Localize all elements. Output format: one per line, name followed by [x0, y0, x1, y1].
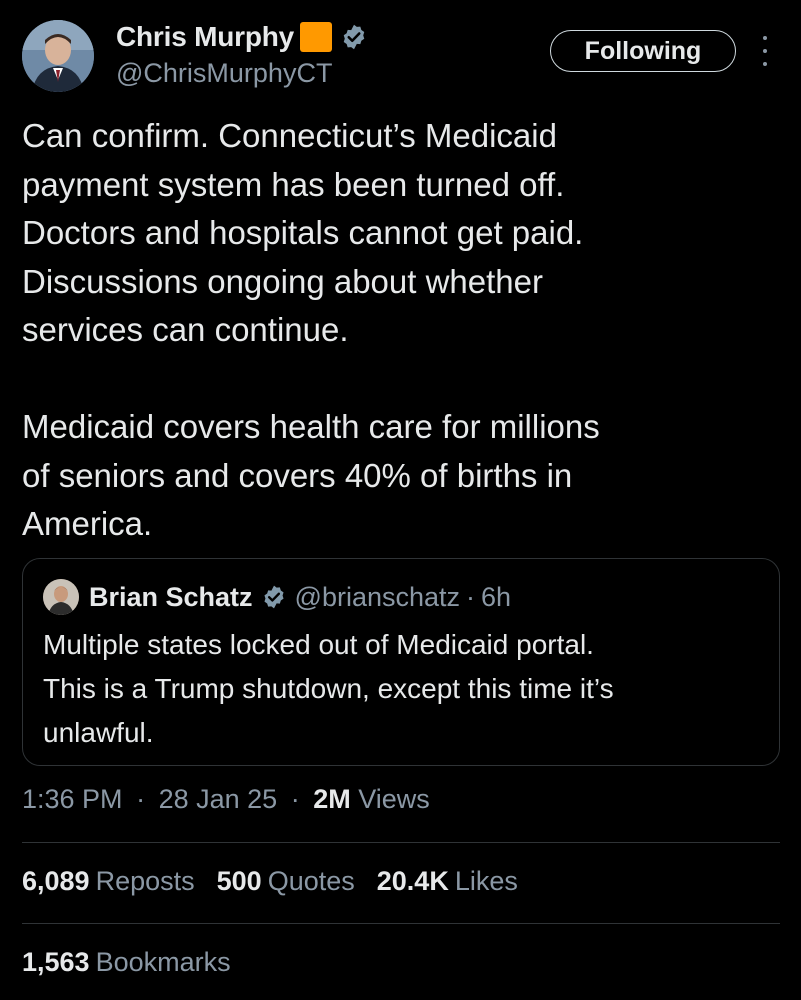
quote-header: Brian Schatz @brianschatz · 6h: [89, 579, 511, 615]
more-vertical-icon[interactable]: [756, 36, 774, 66]
likes-count: 20.4K: [376, 866, 449, 896]
verified-badge-icon: [261, 584, 287, 610]
verified-badge-icon[interactable]: [340, 23, 368, 51]
bookmarks-label: Bookmarks: [95, 947, 231, 977]
following-button[interactable]: Following: [550, 30, 736, 72]
quote-author-avatar[interactable]: [43, 579, 79, 615]
tweet-time[interactable]: 1:36 PM: [22, 784, 123, 814]
meta-separator: ·: [136, 784, 146, 814]
divider: [22, 842, 780, 843]
tweet-text: Can confirm. Connecticut’s Medicaid paym…: [22, 117, 600, 542]
avatar-image: [22, 20, 94, 92]
tweet-meta: 1:36 PM · 28 Jan 25 · 2M Views: [22, 784, 430, 815]
reposts-stat[interactable]: 6,089 Reposts: [22, 866, 195, 897]
engagement-stats: 6,089 Reposts 500 Quotes 20.4K Likes: [22, 866, 540, 897]
quotes-stat[interactable]: 500 Quotes: [217, 866, 355, 897]
author-handle[interactable]: @ChrisMurphyCT: [116, 58, 332, 89]
quotes-count: 500: [216, 866, 262, 896]
quote-separator: ·: [466, 581, 476, 612]
meta-separator: ·: [290, 784, 300, 814]
views-label: Views: [358, 784, 430, 814]
orange-square-icon: [300, 22, 333, 52]
divider: [22, 923, 780, 924]
quoted-tweet[interactable]: Brian Schatz @brianschatz · 6h Multiple …: [22, 558, 780, 766]
tweet-date[interactable]: 28 Jan 25: [159, 784, 278, 814]
bookmarks-count: 1,563: [22, 947, 90, 977]
author-name-row: Chris Murphy: [116, 20, 368, 54]
likes-stat[interactable]: 20.4K Likes: [377, 866, 518, 897]
views-count: 2M: [313, 784, 351, 814]
reposts-count: 6,089: [22, 866, 90, 896]
author-display-name[interactable]: Chris Murphy: [116, 21, 294, 53]
quote-age[interactable]: 6h: [481, 582, 511, 613]
quote-text: Multiple states locked out of Medicaid p…: [43, 629, 614, 748]
bookmarks-stat[interactable]: 1,563 Bookmarks: [22, 947, 231, 978]
quotes-label: Quotes: [267, 866, 355, 896]
quote-author-handle[interactable]: @brianschatz: [295, 582, 460, 613]
likes-label: Likes: [454, 866, 518, 896]
quote-avatar-image: [43, 579, 79, 615]
quote-author-name[interactable]: Brian Schatz: [89, 582, 253, 613]
tweet-detail: Chris Murphy @ChrisMurphyCT Following Ca…: [0, 0, 801, 1000]
author-avatar[interactable]: [22, 20, 94, 92]
reposts-label: Reposts: [95, 866, 195, 896]
